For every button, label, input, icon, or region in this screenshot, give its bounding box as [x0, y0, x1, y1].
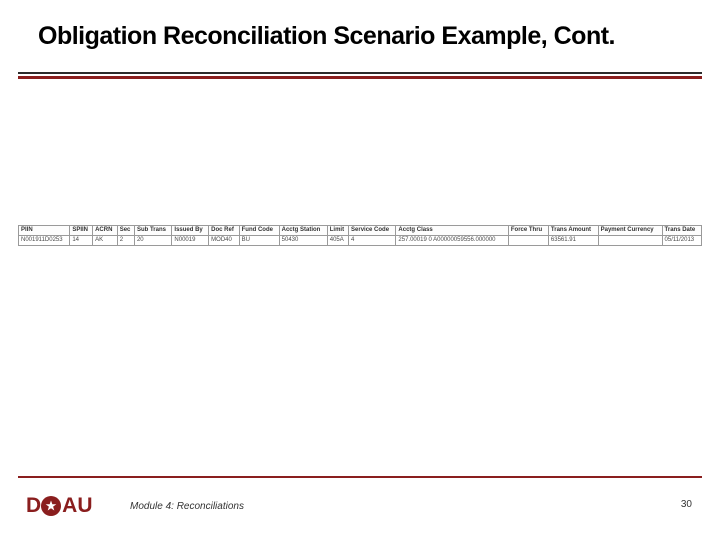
page-title: Obligation Reconciliation Scenario Examp…: [38, 22, 615, 51]
col-limit: Limit: [327, 226, 348, 236]
col-forcethru: Force Thru: [508, 226, 548, 236]
col-fundcode: Fund Code: [239, 226, 279, 236]
table-row: N001911D0253 14 AK 2 20 N00019 MOD40 BU …: [19, 236, 702, 246]
cell-paymentcurrency: [598, 236, 662, 246]
cell-acctgstation: 50430: [279, 236, 327, 246]
cell-spiin: 14: [70, 236, 93, 246]
col-piin: PIIN: [19, 226, 70, 236]
logo-letters-au: AU: [62, 494, 92, 518]
header-rule-dark: [18, 72, 702, 74]
col-servicecode: Service Code: [349, 226, 396, 236]
col-acrn: ACRN: [93, 226, 118, 236]
cell-limit: 405A: [327, 236, 348, 246]
cell-acrn: AK: [93, 236, 118, 246]
col-transdate: Trans Date: [662, 226, 701, 236]
header-rule-red: [18, 76, 702, 79]
cell-transdate: 05/11/2013: [662, 236, 701, 246]
cell-docref: MOD40: [209, 236, 239, 246]
cell-subtrans: 20: [134, 236, 171, 246]
page-number: 30: [681, 499, 692, 510]
dau-logo: D AU: [26, 494, 93, 518]
col-transamount: Trans Amount: [548, 226, 598, 236]
star-icon: [41, 496, 61, 516]
col-acctgstation: Acctg Station: [279, 226, 327, 236]
cell-issuedby: N00019: [172, 236, 209, 246]
cell-servicecode: 4: [349, 236, 396, 246]
cell-piin: N001911D0253: [19, 236, 70, 246]
module-label: Module 4: Reconciliations: [130, 501, 244, 512]
logo-letter-d: D: [26, 494, 40, 518]
cell-transamount: 63561.91: [548, 236, 598, 246]
col-spiin: SPIIN: [70, 226, 93, 236]
data-table-wrap: PIIN SPIIN ACRN Sec Sub Trans Issued By …: [18, 225, 702, 246]
slide: Obligation Reconciliation Scenario Examp…: [0, 0, 720, 540]
col-acctgclass: Acctg Class: [396, 226, 508, 236]
col-paymentcurrency: Payment Currency: [598, 226, 662, 236]
data-table: PIIN SPIIN ACRN Sec Sub Trans Issued By …: [18, 225, 702, 246]
cell-forcethru: [508, 236, 548, 246]
col-issuedby: Issued By: [172, 226, 209, 236]
cell-sec: 2: [117, 236, 134, 246]
col-docref: Doc Ref: [209, 226, 239, 236]
cell-acctgclass: 257.00019 0 A00000059556.000000: [396, 236, 508, 246]
col-sec: Sec: [117, 226, 134, 236]
cell-fundcode: BU: [239, 236, 279, 246]
footer-rule: [18, 476, 702, 478]
footer: D AU Module 4: Reconciliations 30: [18, 482, 702, 522]
col-subtrans: Sub Trans: [134, 226, 171, 236]
table-header-row: PIIN SPIIN ACRN Sec Sub Trans Issued By …: [19, 226, 702, 236]
